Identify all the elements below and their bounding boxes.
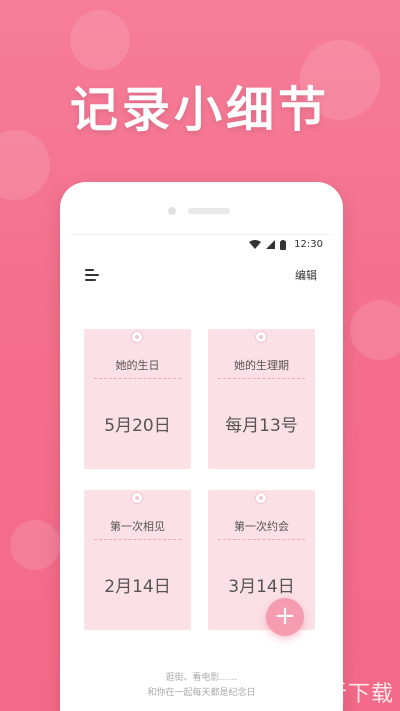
card-first-meeting[interactable]: 第一次相见 2月14日 [84,490,191,630]
card-date: 3月14日 [228,577,295,597]
card-date: 5月20日 [104,416,171,436]
decor-bokeh [10,520,60,570]
signal-icon [266,240,276,249]
card-divider [218,539,305,540]
status-bar: 12:30 [249,239,323,250]
speaker-slot [188,208,230,214]
watermark-logo: 听 [265,677,296,707]
decor-bokeh [0,130,50,200]
promo-headline: 记录小细节 [69,82,330,138]
card-divider [94,539,181,540]
pin-icon [255,331,267,343]
decor-bokeh [70,10,130,70]
card-title: 第一次相见 [110,520,165,533]
card-date: 每月13号 [225,416,298,436]
wifi-icon [249,240,262,249]
watermark-text: 一听下载 [301,682,394,707]
phone-mockup: 12:30 编辑 她的生日 5月20日 她的生理期 每月13号 第一次相见 2月… [60,182,343,711]
card-birthday[interactable]: 她的生日 5月20日 [84,329,191,469]
pin-icon [255,492,267,504]
app-screen: 12:30 编辑 她的生日 5月20日 她的生理期 每月13号 第一次相见 2月… [70,234,333,711]
edit-button[interactable]: 编辑 [295,267,317,283]
pin-icon [131,331,143,343]
card-date: 2月14日 [104,577,171,597]
card-title: 她的生日 [115,359,160,372]
decor-bokeh [350,300,400,360]
card-title: 第一次约会 [234,520,289,533]
watermark: 听 一听下载 [265,676,394,708]
add-button[interactable]: + [266,598,304,636]
card-title: 她的生理期 [234,359,289,372]
card-period[interactable]: 她的生理期 每月13号 [208,329,315,469]
card-divider [218,378,305,379]
status-time: 12:30 [294,239,323,250]
pin-icon [131,492,143,504]
card-divider [94,378,181,379]
battery-icon [280,239,287,250]
camera-dot [168,207,176,215]
menu-icon[interactable] [85,269,99,281]
